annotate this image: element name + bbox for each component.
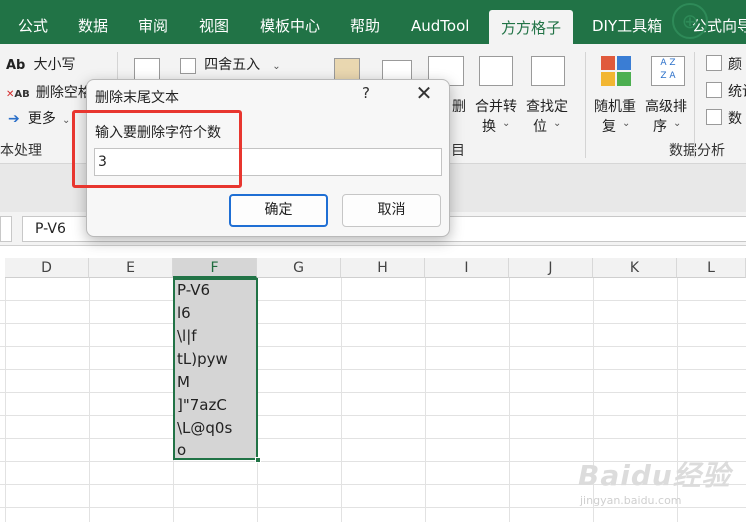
chevron-down-icon: ⌄ [553,118,562,129]
analysis-group-label: 数据分析 [669,143,725,159]
number-button-label[interactable]: 数 [728,108,742,128]
find-locate-line2[interactable]: 位 [533,116,547,136]
column-header-f[interactable]: F [173,258,257,278]
color-icon[interactable] [706,55,722,71]
column-header-h[interactable]: H [341,258,425,278]
watermark-main-text: Baidu经验 [578,459,731,492]
tab-fangfang-gezi[interactable]: 方方格子 [489,10,574,44]
tab-view[interactable]: 视图 [199,0,229,44]
cell-f2[interactable]: l6 [177,302,191,324]
tab-formulas[interactable]: 公式 [18,0,48,44]
cell-f3[interactable]: \l|f [177,325,197,347]
statistics-button-label[interactable]: 统计 [728,81,746,101]
annotation-highlight-box [72,110,242,188]
number-icon[interactable] [706,109,722,125]
random-repeat-icon[interactable] [601,56,631,88]
chevron-down-icon: ⌄ [622,118,631,129]
statistics-icon[interactable] [706,82,722,98]
help-icon[interactable]: ? [359,84,373,102]
cancel-button[interactable]: 取消 [342,194,441,227]
more-button[interactable]: ➔ 更多 ⌄ [8,108,70,128]
name-box[interactable] [0,216,12,242]
cell-f7[interactable]: \L@q0s [177,417,232,439]
arrow-right-icon: ➔ [8,111,20,127]
tab-audtool[interactable]: AudTool [411,0,469,44]
remove-spaces-icon: ✕AB [6,89,30,100]
merge-convert-icon[interactable] [479,56,513,86]
random-repeat-line2[interactable]: 复 [602,116,616,136]
tab-help[interactable]: 帮助 [350,0,380,44]
cell-f5[interactable]: M [177,371,190,393]
case-button-label: 大小写 [33,57,76,73]
column-header-d[interactable]: D [5,258,89,278]
cell-f8[interactable]: o [177,439,186,461]
advanced-sort-line1[interactable]: 高级排 [645,96,687,116]
watermark-sub-text: jingyan.baidu.com [580,494,682,507]
edit-group-label: 目 [451,143,465,159]
cell-f1[interactable]: P-V6 [177,279,210,301]
case-button[interactable]: Ab 大小写 [6,54,76,74]
column-header-j[interactable]: J [509,258,593,278]
chevron-down-icon: ⌄ [673,118,682,129]
close-icon[interactable]: ✕ [413,82,435,104]
text-group-label: 本处理 [0,143,42,159]
column-header-g[interactable]: G [257,258,341,278]
random-repeat-line1[interactable]: 随机重 [594,96,636,116]
remove-spaces-label: 删除空格 [35,85,92,101]
case-icon: Ab [6,58,26,73]
column-header-k[interactable]: K [593,258,677,278]
find-locate-line1[interactable]: 查找定 [526,96,568,116]
tab-data[interactable]: 数据 [78,0,108,44]
more-button-label: 更多 [27,111,56,127]
cell-f4[interactable]: tL)pyw [177,348,228,370]
sort-az-icon[interactable]: A ZZ A [651,56,685,86]
baidu-watermark: Baidu经验 jingyan.baidu.com [574,454,746,516]
group-divider [694,52,695,158]
tab-template-center[interactable]: 模板中心 [260,0,320,44]
tab-review[interactable]: 审阅 [138,0,168,44]
round-icon [180,57,196,74]
ok-button[interactable]: 确定 [229,194,328,227]
column-header-l[interactable]: L [677,258,746,278]
chevron-down-icon: ⌄ [62,115,71,126]
ribbon-tab-bar: 公式 数据 审阅 视图 模板中心 帮助 AudTool 方方格子 DIY工具箱 … [0,0,746,44]
column-header-i[interactable]: I [425,258,509,278]
delete-button-label[interactable]: 删 [452,96,466,116]
round-button[interactable]: 四舍五入 ⌄ [180,54,281,74]
chevron-down-icon: ⌄ [502,118,511,129]
advanced-sort-line2[interactable]: 序 [653,116,667,136]
color-button-label[interactable]: 颜 [728,54,742,74]
group-divider [585,52,586,158]
dialog-title: 删除末尾文本 [95,90,179,106]
cell-f6[interactable]: ]"7azC [177,394,227,416]
round-button-label: 四舍五入 [204,57,261,73]
tab-diy-toolbox[interactable]: DIY工具箱 [592,0,662,44]
find-locate-icon[interactable] [531,56,565,86]
column-header-e[interactable]: E [89,258,173,278]
chevron-down-icon: ⌄ [272,61,281,72]
merge-convert-line2[interactable]: 换 [482,116,496,136]
merge-convert-line1[interactable]: 合并转 [475,96,517,116]
remove-spaces-button[interactable]: ✕AB 删除空格 [6,82,92,102]
fill-handle[interactable] [255,457,261,463]
brand-watermark-icon: ⊕ [672,3,708,39]
